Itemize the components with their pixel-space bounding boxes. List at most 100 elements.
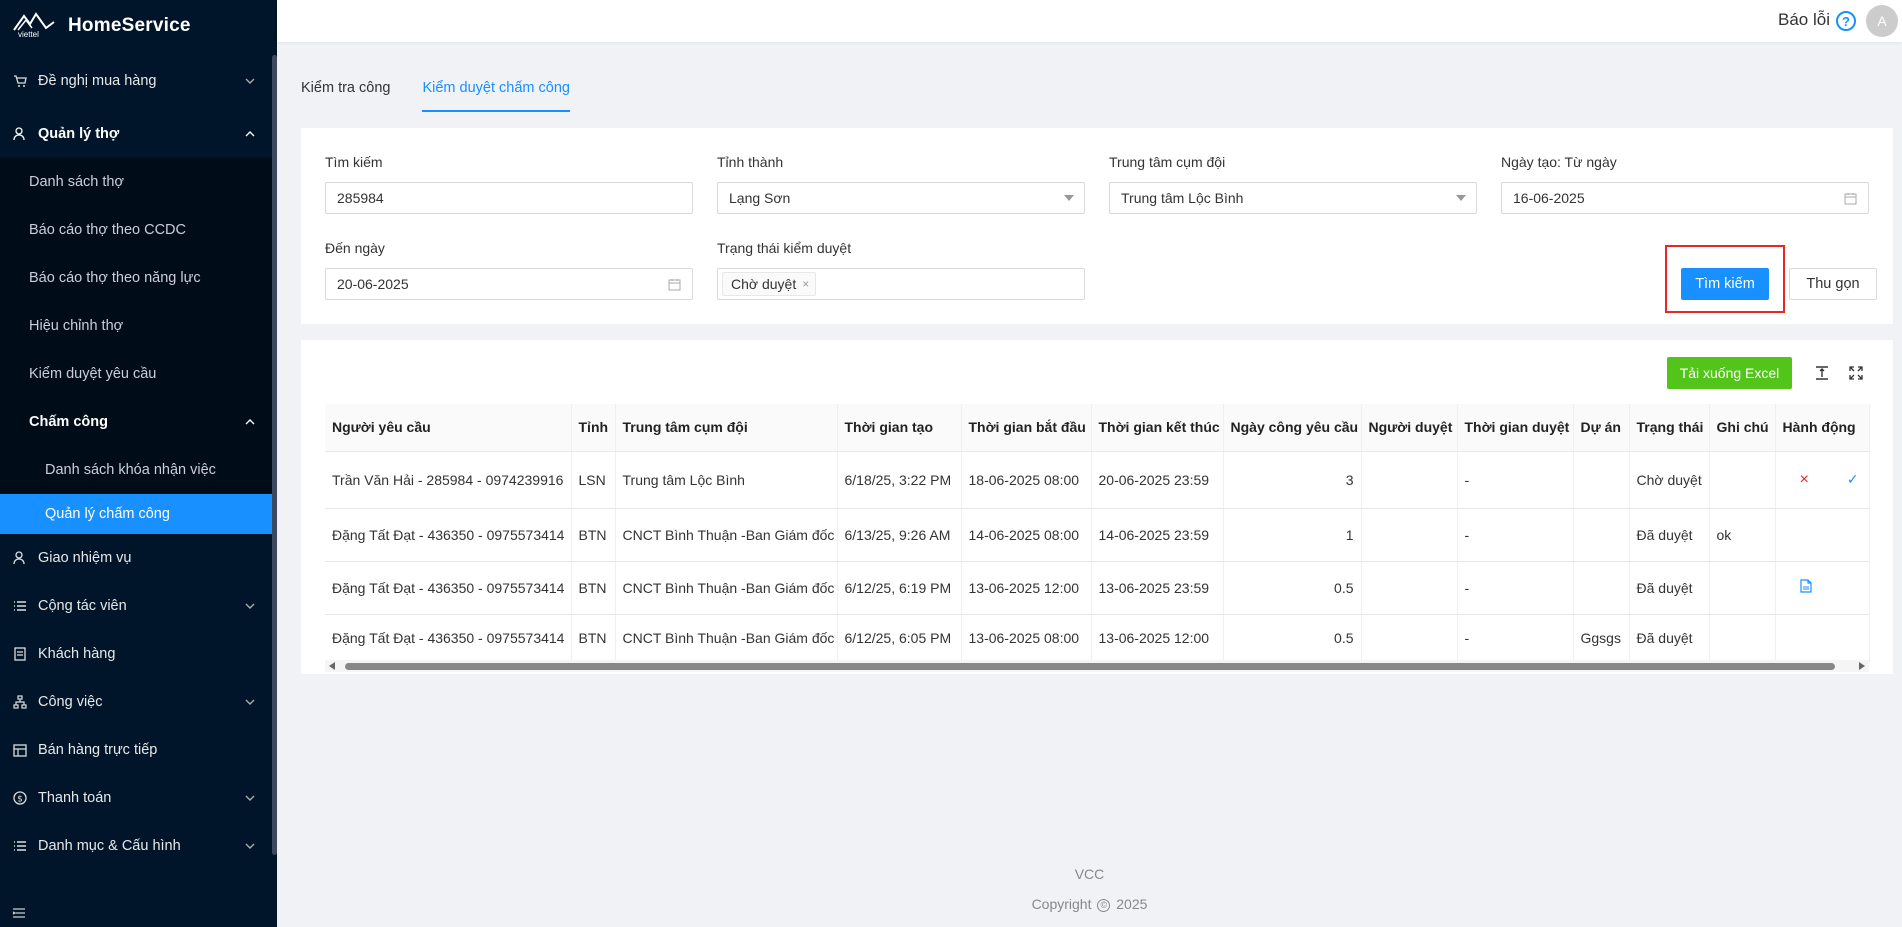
store-icon <box>12 742 28 758</box>
approver-cell <box>1361 561 1458 615</box>
sidebar-item-customers[interactable]: Khách hàng <box>0 630 277 678</box>
days-cell: 3 <box>1223 451 1362 509</box>
status-tag: Chờ duyệt × <box>722 272 817 296</box>
column-header[interactable]: Trạng thái <box>1629 404 1710 452</box>
menu-fold-icon[interactable] <box>12 907 26 919</box>
column-header[interactable]: Thời gian kết thúc <box>1091 404 1224 452</box>
chevron-down-icon <box>245 699 255 705</box>
search-field: Tìm kiếm 285984 <box>325 154 693 214</box>
scroll-right-icon[interactable] <box>1859 662 1865 670</box>
end-cell: 14-06-2025 23:59 <box>1091 508 1224 562</box>
column-header[interactable]: Người yêu cầu <box>325 404 572 452</box>
fullscreen-icon[interactable] <box>1848 365 1864 381</box>
document-icon <box>12 646 28 662</box>
table-horizontal-scrollbar[interactable] <box>325 660 1869 672</box>
start-cell: 13-06-2025 08:00 <box>961 614 1092 662</box>
collapse-button[interactable]: Thu gọn <box>1789 268 1877 300</box>
sidebar-item-collaborators[interactable]: Cộng tác viên <box>0 582 277 630</box>
sidebar-item-worker-report-tools[interactable]: Báo cáo thợ theo CCDC <box>0 206 277 254</box>
scrollbar-thumb[interactable] <box>345 663 1835 670</box>
approve-icon[interactable]: ✓ <box>1847 471 1859 487</box>
column-header[interactable]: Trung tâm cụm đội <box>615 404 838 452</box>
column-header[interactable]: Thời gian tạo <box>837 404 962 452</box>
center-cell: Trung tâm Lộc Bình <box>615 451 838 509</box>
sidebar-item-label: Bán hàng trực tiếp <box>38 742 158 758</box>
field-label: Tìm kiếm <box>325 154 383 170</box>
sidebar-item-label: Hiệu chỉnh thợ <box>29 318 124 334</box>
province-select[interactable]: Lạng Sơn <box>717 182 1085 214</box>
report-bug-link[interactable]: Báo lỗi <box>1778 10 1830 30</box>
center-cell: CNCT Bình Thuận -Ban Giám đốc <box>615 508 838 562</box>
sidebar-item-label: Danh sách khóa nhận việc <box>45 462 216 478</box>
sidebar-item-lock-list[interactable]: Danh sách khóa nhận việc <box>0 446 277 494</box>
sidebar-item-label: Báo cáo thợ theo CCDC <box>29 222 187 238</box>
column-height-icon[interactable] <box>1814 365 1830 381</box>
download-excel-button[interactable]: Tải xuống Excel <box>1667 357 1792 389</box>
status-cell: Chờ duyệt <box>1629 451 1710 509</box>
sidebar-item-jobs[interactable]: Công việc <box>0 678 277 726</box>
tag-remove-icon[interactable]: × <box>802 277 809 291</box>
viettel-logo-icon: viettel <box>12 8 56 44</box>
sidebar-item-request-review[interactable]: Kiểm duyệt yêu cầu <box>0 350 277 398</box>
sidebar-item-label: Công việc <box>38 694 103 710</box>
column-header[interactable]: Ngày công yêu cầu <box>1223 404 1362 452</box>
timekeeping-submenu: Danh sách khóa nhận việc Quản lý chấm cô… <box>0 446 277 534</box>
to-date-picker[interactable]: 20-06-2025 <box>325 268 693 300</box>
column-header[interactable]: Tỉnh <box>571 404 616 452</box>
column-header[interactable]: Ghi chú <box>1709 404 1776 452</box>
column-header[interactable]: Dự án <box>1573 404 1630 452</box>
center-select[interactable]: Trung tâm Lộc Bình <box>1109 182 1477 214</box>
requester-cell: Đặng Tất Đạt - 436350 - 0975573414 <box>325 561 572 615</box>
sidebar-item-worker-management[interactable]: Quản lý thợ <box>0 110 277 158</box>
column-header[interactable]: Hành động <box>1775 404 1870 452</box>
search-input[interactable]: 285984 <box>325 182 693 214</box>
created-cell: 6/12/25, 6:05 PM <box>837 614 962 662</box>
caret-down-icon <box>1064 195 1074 201</box>
sidebar-item-worker-edit[interactable]: Hiệu chỉnh thợ <box>0 302 277 350</box>
tab-bar: Kiểm tra công Kiểm duyệt chấm công <box>301 72 602 112</box>
sidebar-item-payment[interactable]: $ Thanh toán <box>0 774 277 822</box>
scroll-left-icon[interactable] <box>329 662 335 670</box>
sidebar-item-timekeeping-management[interactable]: Quản lý chấm công <box>0 494 277 534</box>
approver-cell <box>1361 451 1458 509</box>
search-button[interactable]: Tìm kiếm <box>1681 268 1769 300</box>
table-header-row: Người yêu cầu Tỉnh Trung tâm cụm đội Thờ… <box>325 404 1870 452</box>
action-cell <box>1775 508 1870 562</box>
tab-check-attendance[interactable]: Kiểm tra công <box>301 72 390 112</box>
from-date-picker[interactable]: 16-06-2025 <box>1501 182 1869 214</box>
column-header[interactable]: Thời gian bắt đầu <box>961 404 1092 452</box>
chevron-down-icon <box>245 795 255 801</box>
sidebar-item-purchase-request[interactable]: Đề nghị mua hàng <box>0 52 277 110</box>
approver-cell <box>1361 614 1458 662</box>
help-icon[interactable]: ? <box>1836 11 1856 31</box>
sidebar-item-label: Báo cáo thợ theo năng lực <box>29 270 201 286</box>
column-header[interactable]: Người duyệt <box>1361 404 1458 452</box>
start-cell: 18-06-2025 08:00 <box>961 451 1092 509</box>
brand-name: HomeService <box>68 15 191 36</box>
end-cell: 13-06-2025 23:59 <box>1091 561 1224 615</box>
sidebar-item-label: Quản lý chấm công <box>45 506 170 522</box>
tab-attendance-review[interactable]: Kiểm duyệt chấm công <box>422 72 570 112</box>
file-icon[interactable] <box>1799 579 1812 593</box>
sidebar-item-label: Kiểm duyệt yêu cầu <box>29 366 157 382</box>
sidebar: viettel HomeService Đề nghị mua hàng Quả… <box>0 0 277 927</box>
end-cell: 20-06-2025 23:59 <box>1091 451 1224 509</box>
column-header[interactable]: Thời gian duyệt <box>1457 404 1574 452</box>
avatar[interactable]: A <box>1866 5 1898 37</box>
logo[interactable]: viettel HomeService <box>0 0 277 52</box>
chevron-up-icon <box>245 131 255 137</box>
sidebar-item-worker-report-capacity[interactable]: Báo cáo thợ theo năng lực <box>0 254 277 302</box>
sidebar-item-label: Chấm công <box>29 414 108 430</box>
sidebar-item-timekeeping[interactable]: Chấm công <box>0 398 277 446</box>
table-row: Trần Văn Hải - 285984 - 0974239916 LSN T… <box>325 451 1870 509</box>
chevron-down-icon <box>245 843 255 849</box>
reject-icon[interactable]: × <box>1800 471 1809 488</box>
status-multiselect[interactable]: Chờ duyệt × <box>717 268 1085 300</box>
sidebar-scrollbar[interactable] <box>272 55 277 855</box>
footer-org: VCC <box>1074 866 1105 882</box>
sidebar-item-worker-list[interactable]: Danh sách thợ <box>0 158 277 206</box>
sidebar-item-assign-task[interactable]: Giao nhiệm vụ <box>0 534 277 582</box>
sidebar-item-catalog-config[interactable]: Danh mục & Cấu hình <box>0 822 277 870</box>
sidebar-item-direct-sales[interactable]: Bán hàng trực tiếp <box>0 726 277 774</box>
project-cell <box>1573 561 1630 615</box>
